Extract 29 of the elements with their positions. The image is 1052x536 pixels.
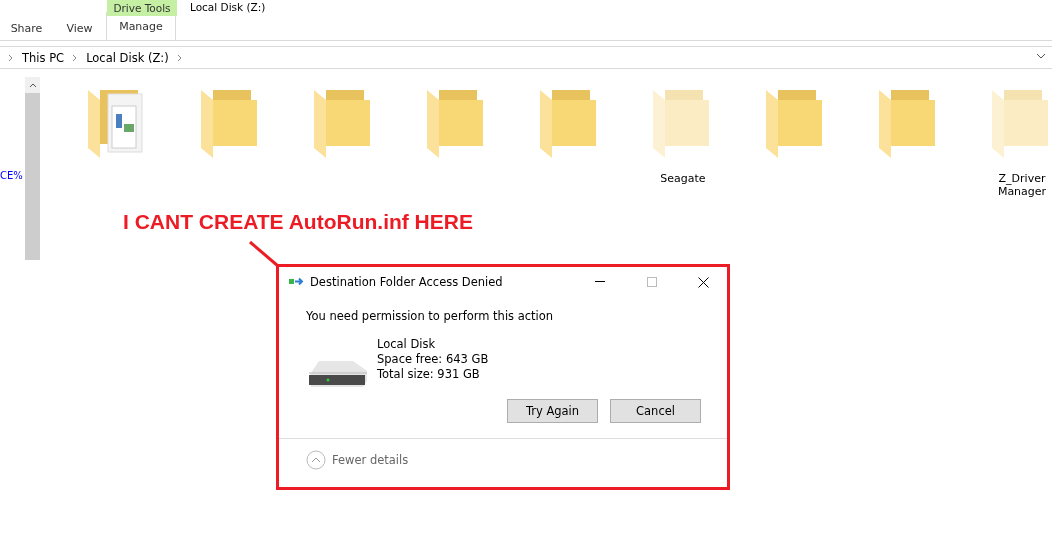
ribbon-tab[interactable]: Share [0,15,53,40]
annotation-text: I CANT CREATE AutoRun.inf HERE [123,210,473,234]
collapse-chevron-icon[interactable] [306,450,326,470]
dialog-title: Destination Folder Access Denied [310,275,504,289]
drive-name: Local Disk [377,337,437,352]
minimize-icon[interactable] [594,281,605,283]
chevron-icon [176,53,183,62]
breadcrumb[interactable]: This PC [22,50,65,65]
context-tab-group-label: Drive Tools [107,0,177,16]
maximize-icon[interactable] [646,277,657,287]
cancel-button[interactable]: Cancel [610,399,701,423]
scrollbar[interactable] [25,77,40,260]
ribbon-tab[interactable]: View [53,15,106,40]
breadcrumb[interactable]: Local Disk (Z:) [86,50,169,65]
ribbon-tab[interactable]: Manage [106,12,176,40]
folder-name[interactable]: Seagate [647,172,719,185]
try-again-button[interactable]: Try Again [507,399,598,423]
folder-name[interactable]: Z_Driver Manager [986,172,1052,198]
total-size: Total size: 931 GB [377,367,481,382]
navigation-item-text[interactable]: CE% [0,170,23,181]
space-free: Space free: 643 GB [377,352,489,367]
dialog-message: You need permission to perform this action [306,309,555,323]
copy-arrow-icon [289,277,305,287]
fewer-details-link[interactable]: Fewer details [332,453,409,467]
address-bar[interactable]: This PC Local Disk (Z:) [0,46,1052,69]
chevron-icon [8,53,14,62]
close-icon[interactable] [698,276,709,288]
chevron-icon [72,53,79,62]
window-title: Local Disk (Z:) [190,1,266,13]
